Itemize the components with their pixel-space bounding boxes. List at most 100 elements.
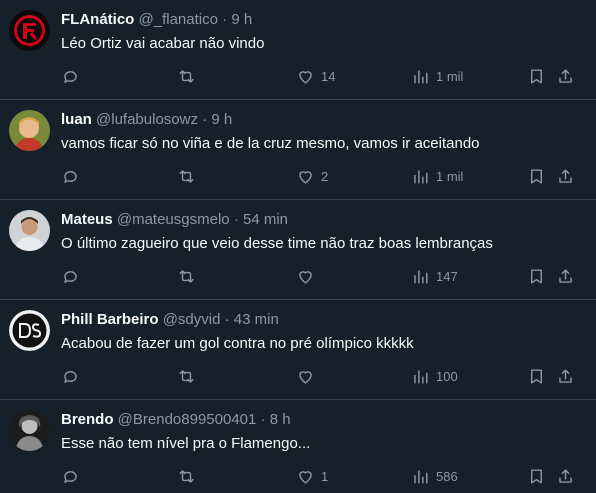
dot-separator: · xyxy=(202,111,208,128)
like-button[interactable]: 14 xyxy=(296,64,335,88)
view-count: 1 mil xyxy=(436,68,464,84)
action-bar: 1 586 xyxy=(0,464,596,488)
share-button[interactable] xyxy=(556,64,575,88)
timestamp[interactable]: 9 h xyxy=(231,11,252,28)
retweet-button[interactable] xyxy=(177,464,196,488)
reply-icon xyxy=(64,170,77,183)
child-photo-icon xyxy=(9,110,50,151)
bookmark-icon xyxy=(531,468,542,484)
share-button[interactable] xyxy=(556,464,575,488)
views-button[interactable]: 1 mil xyxy=(411,164,463,188)
tweet-item[interactable]: Phill Barbeiro @sdyvid · 43 min Acabou d… xyxy=(0,300,596,400)
avatar[interactable] xyxy=(9,110,50,151)
like-button[interactable] xyxy=(296,264,321,288)
bookmark-icon xyxy=(531,368,542,384)
timestamp[interactable]: 9 h xyxy=(211,111,232,128)
like-button[interactable]: 1 xyxy=(296,464,328,488)
reply-icon xyxy=(64,270,77,283)
action-bar: 147 xyxy=(0,264,596,288)
share-button[interactable] xyxy=(556,264,575,288)
like-count: 14 xyxy=(321,68,336,84)
dot-separator: · xyxy=(233,211,239,228)
views-button[interactable]: 586 xyxy=(411,464,458,488)
share-button[interactable] xyxy=(556,164,575,188)
timestamp[interactable]: 54 min xyxy=(243,211,288,228)
reply-icon xyxy=(64,70,77,83)
author-handle[interactable]: @mateusgsmelo xyxy=(117,211,230,228)
author-name[interactable]: FLAnático xyxy=(61,11,134,28)
share-icon xyxy=(559,268,572,283)
retweet-button[interactable] xyxy=(177,164,196,188)
tweet-text: Acabou de fazer um gol contra no pré olí… xyxy=(61,335,414,352)
like-count: 2 xyxy=(321,168,329,184)
tweet-header: FLAnático @_flanatico · 9 h xyxy=(61,11,252,28)
views-button[interactable]: 147 xyxy=(411,264,458,288)
retweet-icon xyxy=(179,469,194,483)
heart-icon xyxy=(299,70,312,84)
timestamp[interactable]: 43 min xyxy=(234,311,279,328)
author-name[interactable]: Phill Barbeiro xyxy=(61,311,159,328)
bar-chart-icon xyxy=(414,69,428,84)
bookmark-button[interactable] xyxy=(527,64,546,88)
avatar[interactable] xyxy=(9,210,50,251)
action-bar: 2 1 mil xyxy=(0,164,596,188)
tweet-header: Phill Barbeiro @sdyvid · 43 min xyxy=(61,311,279,328)
views-button[interactable]: 1 mil xyxy=(411,64,463,88)
bar-chart-icon xyxy=(414,269,428,284)
bookmark-icon xyxy=(531,168,542,184)
share-button[interactable] xyxy=(556,364,575,388)
author-name[interactable]: Brendo xyxy=(61,411,114,428)
like-button[interactable]: 2 xyxy=(296,164,328,188)
tweet-text: Léo Ortiz vai acabar não vindo xyxy=(61,35,265,52)
tweet-item[interactable]: Brendo @Brendo899500401 · 8 h Esse não t… xyxy=(0,400,596,493)
timestamp[interactable]: 8 h xyxy=(270,411,291,428)
author-handle[interactable]: @sdyvid xyxy=(163,311,221,328)
reply-button[interactable] xyxy=(61,264,80,288)
reply-button[interactable] xyxy=(61,364,80,388)
reply-icon xyxy=(64,370,77,383)
avatar[interactable] xyxy=(9,10,50,51)
avatar[interactable] xyxy=(9,310,50,351)
flamengo-crest-icon xyxy=(9,10,50,51)
heart-icon xyxy=(299,270,312,284)
avatar[interactable] xyxy=(9,410,50,451)
bookmark-icon xyxy=(531,68,542,84)
reply-button[interactable] xyxy=(61,464,80,488)
reply-feed: FLAnático @_flanatico · 9 h Léo Ortiz va… xyxy=(0,0,596,493)
dot-separator: · xyxy=(260,411,266,428)
tweet-header: Brendo @Brendo899500401 · 8 h xyxy=(61,411,291,428)
ds-logo-icon xyxy=(9,310,50,351)
retweet-button[interactable] xyxy=(177,364,196,388)
share-icon xyxy=(559,368,572,383)
tweet-item[interactable]: luan @lufabulosowz · 9 h vamos ficar só … xyxy=(0,100,596,200)
person-photo-icon xyxy=(9,210,50,251)
views-button[interactable]: 100 xyxy=(411,364,458,388)
tweet-item[interactable]: FLAnático @_flanatico · 9 h Léo Ortiz va… xyxy=(0,0,596,100)
bookmark-button[interactable] xyxy=(527,164,546,188)
share-icon xyxy=(559,168,572,183)
heart-icon xyxy=(299,470,312,484)
reply-button[interactable] xyxy=(61,164,80,188)
bookmark-button[interactable] xyxy=(527,264,546,288)
bar-chart-icon xyxy=(414,469,428,484)
view-count: 586 xyxy=(436,468,458,484)
heart-icon xyxy=(299,170,312,184)
tweet-header: luan @lufabulosowz · 9 h xyxy=(61,111,232,128)
bookmark-button[interactable] xyxy=(527,464,546,488)
retweet-button[interactable] xyxy=(177,64,196,88)
retweet-icon xyxy=(179,269,194,283)
bookmark-button[interactable] xyxy=(527,364,546,388)
author-handle[interactable]: @Brendo899500401 xyxy=(118,411,257,428)
retweet-button[interactable] xyxy=(177,264,196,288)
action-bar: 100 xyxy=(0,364,596,388)
author-handle[interactable]: @lufabulosowz xyxy=(96,111,198,128)
tweet-item[interactable]: Mateus @mateusgsmelo · 54 min O último z… xyxy=(0,200,596,300)
share-icon xyxy=(559,68,572,83)
retweet-icon xyxy=(179,169,194,183)
author-handle[interactable]: @_flanatico xyxy=(139,11,218,28)
tweet-text: Esse não tem nível pra o Flamengo... xyxy=(61,435,311,452)
author-name[interactable]: luan xyxy=(61,111,92,128)
reply-button[interactable] xyxy=(61,64,80,88)
like-button[interactable] xyxy=(296,364,321,388)
author-name[interactable]: Mateus xyxy=(61,211,113,228)
